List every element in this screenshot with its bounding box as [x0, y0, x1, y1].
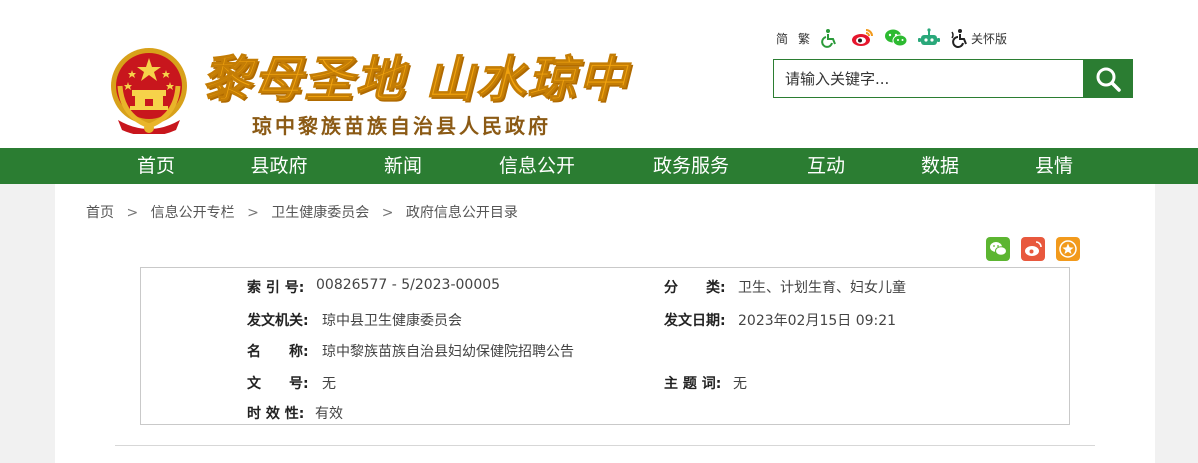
favorite-star-icon — [1059, 240, 1077, 258]
wechat-icon — [990, 242, 1007, 256]
search-box — [773, 59, 1133, 98]
header-tools: 简 繁 关怀版 — [776, 26, 1007, 50]
wheelchair-icon[interactable] — [820, 28, 840, 48]
keywords-value: 无 — [733, 376, 747, 392]
doc-number-label: 文 号: — [247, 376, 309, 392]
favorite-button[interactable] — [1056, 237, 1080, 261]
issue-date-value: 2023年02月15日 09:21 — [738, 313, 897, 329]
nav-item-data[interactable]: 数据 — [921, 148, 959, 184]
category-label: 分 类: — [664, 280, 726, 296]
weibo-icon[interactable] — [850, 28, 874, 48]
share-buttons — [986, 237, 1091, 261]
weibo-icon — [1025, 241, 1042, 256]
issue-date-label: 发文日期: — [664, 313, 726, 329]
doc-number-value: 无 — [322, 376, 336, 392]
breadcrumb-catalog[interactable]: 政府信息公开目录 — [406, 205, 518, 221]
share-wechat-button[interactable] — [986, 237, 1010, 261]
nav-item-interaction[interactable]: 互动 — [807, 148, 845, 184]
nav-item-news[interactable]: 新闻 — [384, 148, 422, 184]
index-number-value: 00826577 - 5/2023-00005 — [316, 277, 501, 293]
robot-icon[interactable] — [918, 28, 941, 48]
category-value: 卫生、计划生育、妇女儿童 — [738, 280, 906, 296]
issuer-value: 琼中县卫生健康委员会 — [322, 313, 462, 329]
national-emblem — [111, 48, 187, 134]
breadcrumb-separator: > — [381, 205, 394, 221]
search-button[interactable] — [1083, 60, 1132, 97]
main-nav: 首页 县政府 新闻 信息公开 政务服务 互动 数据 县情 — [0, 148, 1198, 184]
care-mode-label: 关怀版 — [971, 31, 1008, 46]
search-icon — [1096, 67, 1121, 92]
nav-item-info-disclosure[interactable]: 信息公开 — [499, 148, 575, 184]
share-weibo-button[interactable] — [1021, 237, 1045, 261]
doc-title-value: 琼中黎族苗族自治县妇幼保健院招聘公告 — [322, 344, 574, 360]
breadcrumb: 首页 > 信息公开专栏 > 卫生健康委员会 > 政府信息公开目录 — [86, 202, 518, 222]
search-input[interactable] — [774, 60, 1084, 97]
document-info-table: 索 引 号: 00826577 - 5/2023-00005 分 类: 卫生、计… — [140, 267, 1070, 425]
breadcrumb-home[interactable]: 首页 — [86, 205, 114, 221]
care-mode-icon — [951, 29, 967, 48]
breadcrumb-health-committee[interactable]: 卫生健康委员会 — [271, 205, 369, 221]
site-header: 黎母圣地 山水琼中 琼中黎族苗族自治县人民政府 简 繁 关怀版 — [0, 0, 1198, 148]
nav-item-gov-services[interactable]: 政务服务 — [653, 148, 729, 184]
keywords-label: 主 题 词: — [664, 376, 722, 392]
wechat-icon[interactable] — [884, 28, 908, 48]
content-divider — [115, 445, 1095, 446]
nav-item-county-gov[interactable]: 县政府 — [250, 148, 307, 184]
nav-item-county-info[interactable]: 县情 — [1035, 148, 1073, 184]
content-panel: 首页 > 信息公开专栏 > 卫生健康委员会 > 政府信息公开目录 索 引 号: … — [55, 184, 1155, 463]
site-slogan: 黎母圣地 山水琼中 — [201, 50, 630, 109]
index-number-label: 索 引 号: — [247, 280, 305, 296]
issuer-label: 发文机关: — [247, 313, 309, 329]
traditional-chinese-link[interactable]: 繁 — [798, 30, 810, 47]
care-mode-link[interactable]: 关怀版 — [950, 28, 1007, 48]
breadcrumb-info-column[interactable]: 信息公开专栏 — [151, 205, 235, 221]
government-name: 琼中黎族苗族自治县人民政府 — [252, 114, 551, 138]
validity-value: 有效 — [315, 406, 343, 422]
nav-item-home[interactable]: 首页 — [137, 148, 175, 184]
simplified-chinese-link[interactable]: 简 — [776, 30, 788, 47]
breadcrumb-separator: > — [247, 205, 259, 221]
validity-label: 时 效 性: — [247, 406, 305, 422]
doc-title-label: 名 称: — [247, 344, 309, 360]
breadcrumb-separator: > — [126, 205, 139, 221]
